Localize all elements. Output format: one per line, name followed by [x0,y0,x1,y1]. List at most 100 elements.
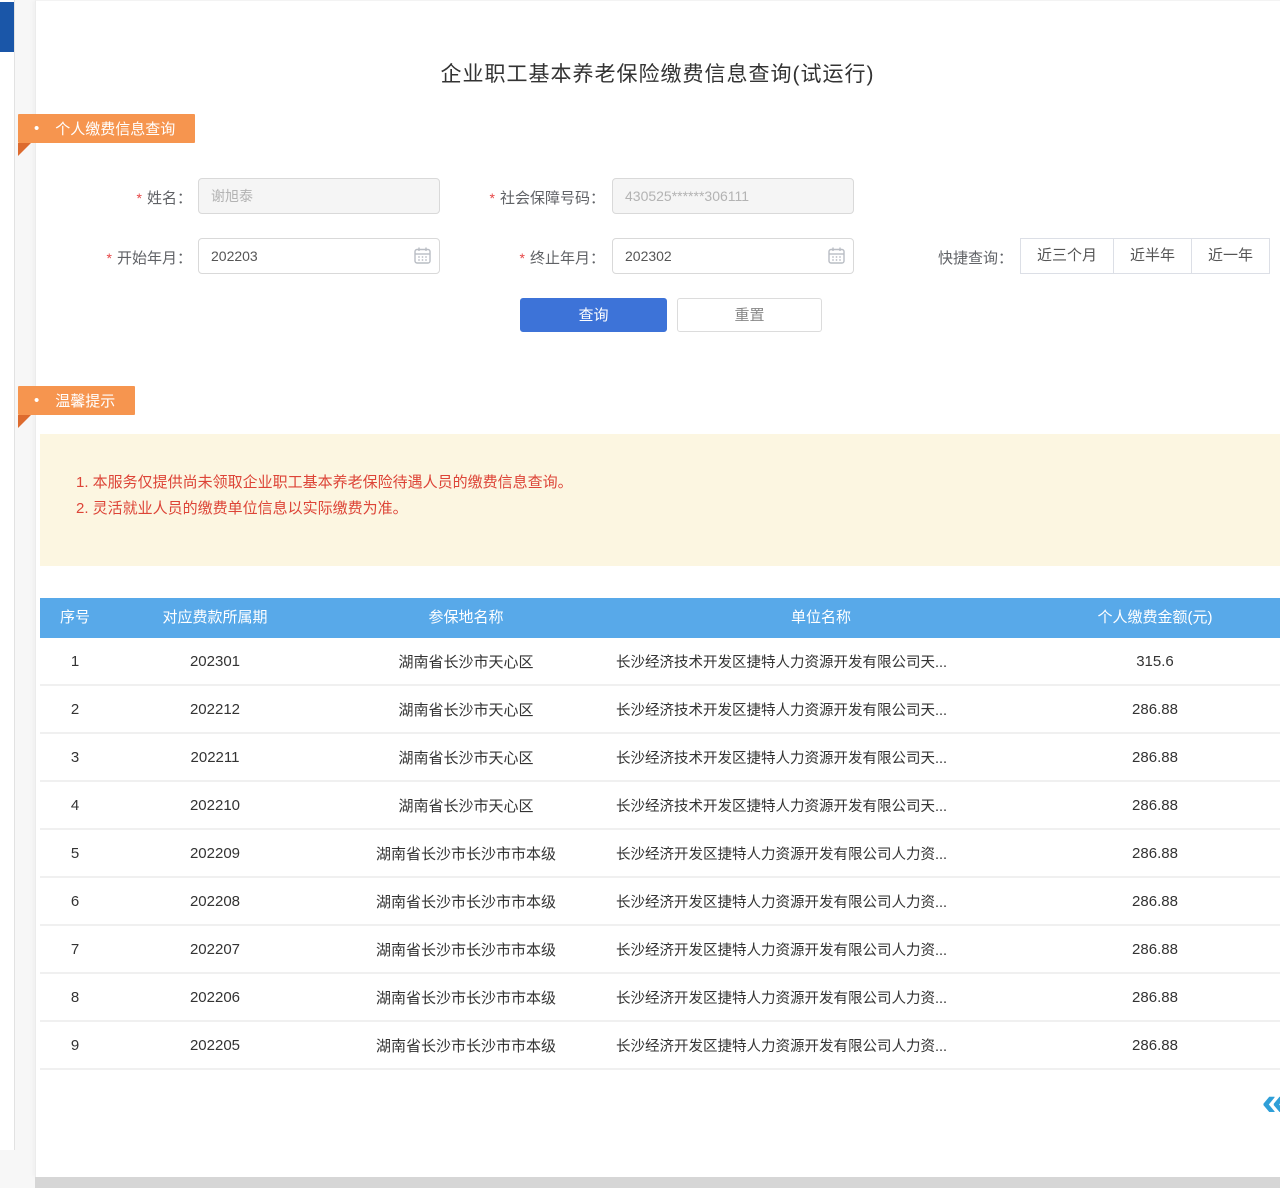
table-row: 3202211湖南省长沙市天心区长沙经济技术开发区捷特人力资源开发有限公司天..… [40,734,1280,782]
start-month-input[interactable] [198,238,440,274]
table-cell: 286.88 [1030,701,1280,718]
table-cell: 202209 [110,845,320,862]
quick-range-1year-button[interactable]: 近一年 [1191,238,1270,274]
section-badge-personal-query: • 个人缴费信息查询 [18,114,195,143]
table-cell: 湖南省长沙市天心区 [320,699,612,720]
table-header-cell: 个人缴费金额(元) [1030,598,1280,638]
table-row: 9202205湖南省长沙市长沙市市本级长沙经济开发区捷特人力资源开发有限公司人力… [40,1022,1280,1070]
table-header-cell: 参保地名称 [320,598,612,638]
bullet-icon: • [34,393,39,408]
section-badge-label: 个人缴费信息查询 [55,118,175,139]
quick-range-halfyear-button[interactable]: 近半年 [1113,238,1192,274]
table-cell: 286.88 [1030,893,1280,910]
notice-box: 1. 本服务仅提供尚未领取企业职工基本养老保险待遇人员的缴费信息查询。 2. 灵… [40,434,1280,566]
table-cell: 长沙经济开发区捷特人力资源开发有限公司人力资... [612,987,1030,1008]
calendar-icon[interactable] [828,247,845,264]
table-header-cell: 单位名称 [612,598,1030,638]
left-rail [0,0,15,1150]
quick-range-3months-button[interactable]: 近三个月 [1020,238,1114,274]
table-header: 序号 对应费款所属期 参保地名称 单位名称 个人缴费金额(元) [40,598,1280,638]
table-cell: 湖南省长沙市长沙市市本级 [320,939,612,960]
table-cell: 202210 [110,797,320,814]
table-cell: 7 [40,941,110,958]
table-cell: 4 [40,797,110,814]
table-cell: 1 [40,653,110,670]
table-cell: 202205 [110,1037,320,1054]
table-cell: 长沙经济开发区捷特人力资源开发有限公司人力资... [612,1035,1030,1056]
table-cell: 湖南省长沙市长沙市市本级 [320,891,612,912]
table-cell: 8 [40,989,110,1006]
table-row: 5202209湖南省长沙市长沙市市本级长沙经济开发区捷特人力资源开发有限公司人力… [40,830,1280,878]
bullet-icon: • [34,121,39,136]
table-cell: 202206 [110,989,320,1006]
ribbon-fold [18,143,31,156]
table-header-cell: 对应费款所属期 [110,598,320,638]
table-cell: 湖南省长沙市天心区 [320,651,612,672]
table-row: 7202207湖南省长沙市长沙市市本级长沙经济开发区捷特人力资源开发有限公司人力… [40,926,1280,974]
table-cell: 湖南省长沙市长沙市市本级 [320,987,612,1008]
table-cell: 3 [40,749,110,766]
table-cell: 长沙经济技术开发区捷特人力资源开发有限公司天... [612,651,1030,672]
end-month-label: *终止年月： [430,247,605,268]
ssn-label: *社会保障号码： [430,187,605,208]
page-title: 企业职工基本养老保险缴费信息查询(试运行) [35,58,1280,88]
required-asterisk: * [137,190,142,206]
table-cell: 315.6 [1030,653,1280,670]
table-cell: 湖南省长沙市天心区 [320,795,612,816]
table-cell: 202207 [110,941,320,958]
table-cell: 长沙经济技术开发区捷特人力资源开发有限公司天... [612,795,1030,816]
sidebar-blue-block [0,2,14,52]
required-asterisk: * [490,190,495,206]
query-button[interactable]: 查询 [520,298,667,332]
end-month-input[interactable] [612,238,854,274]
ribbon-fold [18,415,31,428]
section-badge-tips: • 温馨提示 [18,386,135,415]
table-header-cell: 序号 [40,598,110,638]
ssn-input[interactable] [612,178,854,214]
table-cell: 6 [40,893,110,910]
table-cell: 202212 [110,701,320,718]
table-row: 1202301湖南省长沙市天心区长沙经济技术开发区捷特人力资源开发有限公司天..… [40,638,1280,686]
table-row: 8202206湖南省长沙市长沙市市本级长沙经济开发区捷特人力资源开发有限公司人力… [40,974,1280,1022]
table-cell: 286.88 [1030,989,1280,1006]
name-input[interactable] [198,178,440,214]
table-cell: 202211 [110,749,320,766]
section-badge-label: 温馨提示 [55,390,115,411]
start-month-field-wrap [198,238,440,274]
table-cell: 9 [40,1037,110,1054]
table-cell: 湖南省长沙市长沙市市本级 [320,1035,612,1056]
table-cell: 长沙经济技术开发区捷特人力资源开发有限公司天... [612,699,1030,720]
table-cell: 286.88 [1030,941,1280,958]
table-cell: 286.88 [1030,797,1280,814]
required-asterisk: * [107,250,112,266]
table-row: 2202212湖南省长沙市天心区长沙经济技术开发区捷特人力资源开发有限公司天..… [40,686,1280,734]
calendar-icon[interactable] [414,247,431,264]
table-cell: 长沙经济技术开发区捷特人力资源开发有限公司天... [612,747,1030,768]
ssn-field-wrap [612,178,854,214]
page: 企业职工基本养老保险缴费信息查询(试运行) • 个人缴费信息查询 *姓名： *社… [0,0,1280,1188]
table-cell: 湖南省长沙市长沙市市本级 [320,843,612,864]
table-cell: 202208 [110,893,320,910]
name-field-wrap [198,178,440,214]
table-cell: 长沙经济开发区捷特人力资源开发有限公司人力资... [612,939,1030,960]
payment-table: 序号 对应费款所属期 参保地名称 单位名称 个人缴费金额(元) 1202301湖… [40,598,1280,1070]
table-cell: 286.88 [1030,749,1280,766]
quick-query-label: 快捷查询： [898,247,1013,268]
start-month-label: *开始年月： [60,247,192,268]
table-cell: 2 [40,701,110,718]
reset-button[interactable]: 重置 [677,298,822,332]
table-cell: 202301 [110,653,320,670]
table-cell: 长沙经济开发区捷特人力资源开发有限公司人力资... [612,843,1030,864]
table-cell: 湖南省长沙市天心区 [320,747,612,768]
table-row: 6202208湖南省长沙市长沙市市本级长沙经济开发区捷特人力资源开发有限公司人力… [40,878,1280,926]
bottom-band [35,1177,1280,1188]
collapse-panel-icon[interactable]: « [1261,1081,1280,1120]
table-row: 4202210湖南省长沙市天心区长沙经济技术开发区捷特人力资源开发有限公司天..… [40,782,1280,830]
end-month-field-wrap [612,238,854,274]
table-body: 1202301湖南省长沙市天心区长沙经济技术开发区捷特人力资源开发有限公司天..… [40,638,1280,1070]
name-label: *姓名： [60,187,192,208]
required-asterisk: * [520,250,525,266]
notice-line: 1. 本服务仅提供尚未领取企业职工基本养老保险待遇人员的缴费信息查询。 [76,470,1260,496]
notice-line: 2. 灵活就业人员的缴费单位信息以实际缴费为准。 [76,496,1260,522]
table-cell: 286.88 [1030,845,1280,862]
